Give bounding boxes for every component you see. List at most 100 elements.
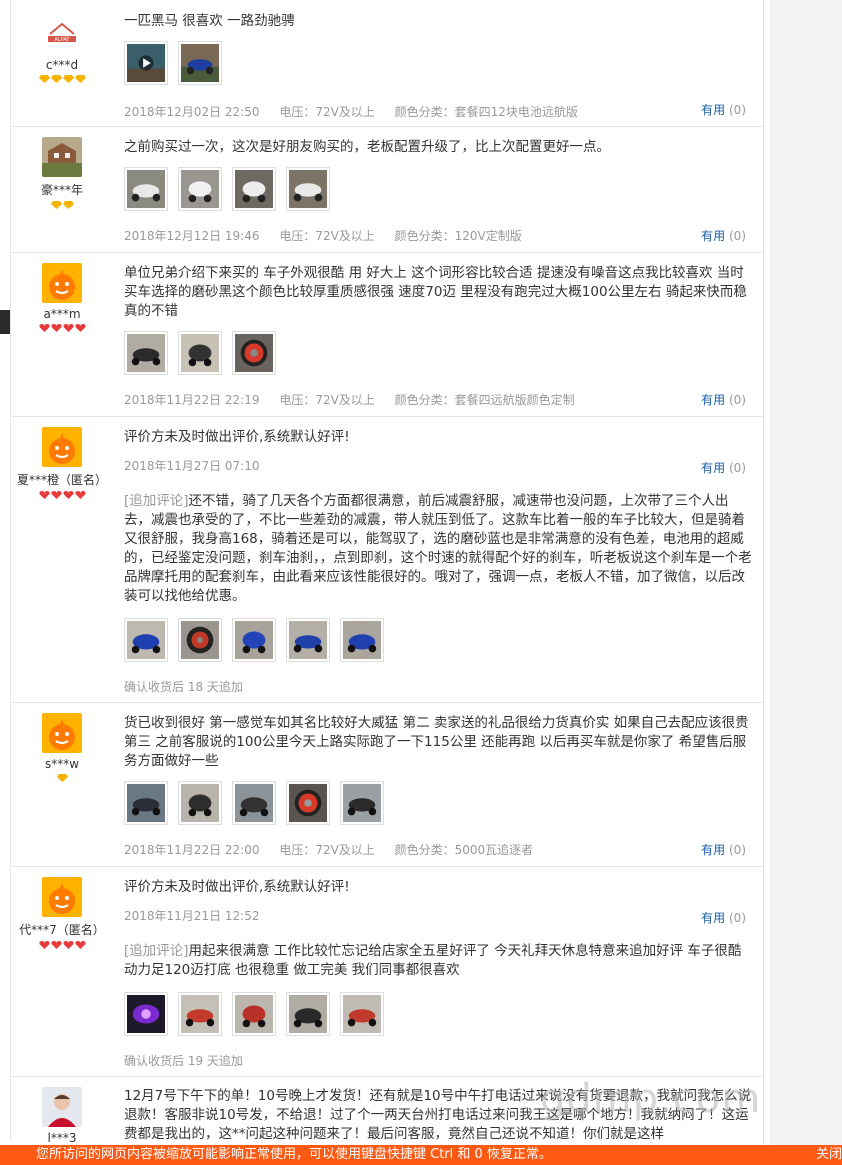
append-review: [追加评论]还不错，骑了几天各个方面都很满意，前后减震舒服，减速带也没问题，上次… [124,492,754,606]
review-thumbnails [124,41,754,85]
review-user: 夏***橙（匿名） [12,427,112,501]
review-image[interactable] [178,167,222,211]
useful-label[interactable]: 有用 [701,843,725,857]
rank-badge [12,201,112,211]
page: ALPAT c***d 一匹黑马 很喜欢 一路劲驰骋 2018年12月02日 2 [0,0,842,1165]
append-note: 确认收货后 19 天追加 [124,1054,243,1068]
review-image[interactable] [232,167,276,211]
review-date: 2018年12月02日 22:50 [124,105,260,119]
review-thumbnails [124,992,754,1036]
banner-close-link[interactable]: 关闭 [816,1145,842,1165]
review-date: 2018年11月22日 22:00 [124,843,260,857]
review-image[interactable] [178,781,222,825]
review-thumbnails [124,781,754,825]
append-note: 确认收货后 18 天追加 [124,680,243,694]
review-image[interactable] [124,992,168,1036]
heart-icon [62,941,74,949]
review-image[interactable] [232,618,276,662]
review-image[interactable] [178,992,222,1036]
review-text: 之前购买过一次，这次是好朋友购买的，老板配置升级了，比上次配置更好一点。 [124,139,610,155]
review-meta: 2018年12月02日 22:50 电压：72V及以上 颜色分类：套餐四12块电… [124,103,754,120]
append-text: 还不错，骑了几天各个方面都很满意，前后减震舒服，减速带也没问题，上次带了三个人出… [124,493,752,604]
review-list: ALPAT c***d 一匹黑马 很喜欢 一路劲驰骋 2018年12月02日 2 [12,0,764,1145]
scroll-marker[interactable] [0,310,10,334]
useful-count: (0) [729,911,746,925]
useful-count: (0) [729,103,746,117]
review-image[interactable] [340,618,384,662]
gem-icon [74,75,86,83]
review-item: 代***7（匿名） 评价方未及时做出评价,系统默认好评! 2018年11月21日… [12,867,764,1077]
useful-label[interactable]: 有用 [701,911,725,925]
review-image[interactable] [286,781,330,825]
heart-icon [50,491,62,499]
review-image[interactable] [124,781,168,825]
useful-label[interactable]: 有用 [701,103,725,117]
left-divider [10,0,11,1140]
review-image[interactable] [340,992,384,1036]
review-thumbnails [124,618,754,662]
review-date: 2018年11月27日 07:10 [124,459,260,473]
gem-icon [62,201,74,209]
review-image[interactable] [178,41,222,85]
avatar [42,427,82,467]
avatar [42,877,82,917]
review-image[interactable] [232,781,276,825]
heart-icon [74,324,86,332]
banner-text: 您所访问的网页内容被缩放可能影响正常使用，可以使用键盘快捷键 Ctrl 和 0 … [36,1147,552,1162]
review-item: s***w 货已收到很好 第一感觉车如其名比较好大威猛 第二 卖家送的礼品很给力… [12,703,764,867]
avatar [42,137,82,177]
avatar [42,713,82,753]
review-image[interactable] [286,992,330,1036]
review-text: 单位兄弟介绍下来买的 车子外观很酷 用 好大上 这个词形容比较合适 提速没有噪音… [124,265,747,319]
useful-label[interactable]: 有用 [701,393,725,407]
sku-color: 颜色分类：5000瓦追逐者 [394,843,534,857]
video-thumbnail[interactable] [124,41,168,85]
useful-label[interactable]: 有用 [701,461,725,475]
review-image[interactable] [340,781,384,825]
review-image[interactable] [286,618,330,662]
review-thumbnails [124,167,754,211]
append-tag: [追加评论] [124,943,189,959]
review-image[interactable] [178,618,222,662]
review-user: a***m [12,263,112,334]
gem-icon [62,75,74,83]
review-user: 代***7（匿名） [12,877,112,951]
heart-icon [38,491,50,499]
useful-button[interactable]: 有用 (0) [701,841,746,858]
review-image[interactable] [178,331,222,375]
username: s***w [44,757,80,771]
review-image[interactable] [124,331,168,375]
useful-button[interactable]: 有用 (0) [701,227,746,244]
useful-label[interactable]: 有用 [701,229,725,243]
heart-icon [38,324,50,332]
review-item: 豪***年 之前购买过一次，这次是好朋友购买的，老板配置升级了，比上次配置更好一… [12,127,764,253]
heart-icon [62,324,74,332]
review-text: 评价方未及时做出评价,系统默认好评! [124,879,350,895]
useful-button[interactable]: 有用 (0) [701,101,746,118]
useful-button[interactable]: 有用 (0) [701,391,746,408]
rank-badge [12,75,112,85]
review-item: a***m 单位兄弟介绍下来买的 车子外观很酷 用 好大上 这个词形容比较合适 … [12,253,764,417]
review-image[interactable] [232,331,276,375]
heart-icon [74,941,86,949]
review-meta: 2018年11月22日 22:19 电压：72V及以上 颜色分类：套餐四远航版颜… [124,391,754,408]
useful-count: (0) [729,393,746,407]
username: 夏***橙（匿名） [16,473,107,487]
review-item: ALPAT c***d 一匹黑马 很喜欢 一路劲驰骋 2018年12月02日 2 [12,0,764,127]
avatar [42,263,82,303]
review-image[interactable] [124,618,168,662]
sku-voltage: 电压：72V及以上 [279,105,375,119]
review-meta: 2018年12月12日 19:46 电压：72V及以上 颜色分类：120V定制版 [124,227,754,244]
useful-button[interactable]: 有用 (0) [701,909,746,926]
watermark: gdmp.com [540,1076,762,1122]
avatar: ALPAT [42,14,82,54]
sku-voltage: 电压：72V及以上 [279,229,375,243]
review-image[interactable] [286,167,330,211]
review-image[interactable] [124,167,168,211]
useful-button[interactable]: 有用 (0) [701,459,746,476]
review-image[interactable] [232,992,276,1036]
useful-count: (0) [729,229,746,243]
zoom-warning-banner: 您所访问的网页内容被缩放可能影响正常使用，可以使用键盘快捷键 Ctrl 和 0 … [0,1145,842,1165]
useful-count: (0) [729,843,746,857]
review-user: s***w [12,713,112,784]
